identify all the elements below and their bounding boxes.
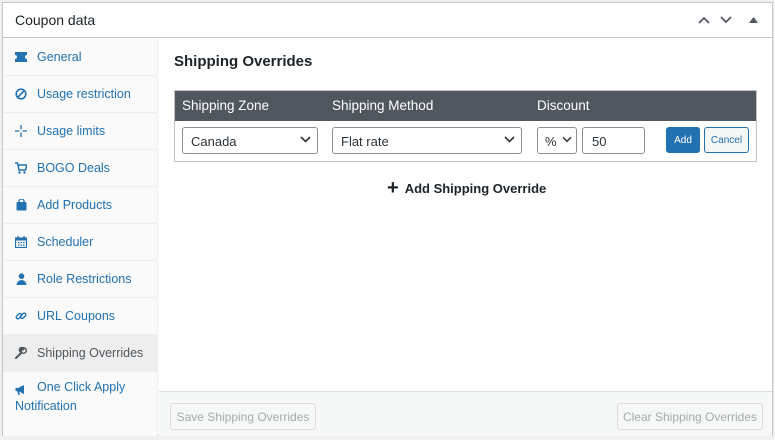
sidebar-item-shipping-overrides[interactable]: Shipping Overrides xyxy=(3,335,158,372)
sidebar-item-add-products[interactable]: Add Products xyxy=(3,187,158,224)
bag-icon xyxy=(15,199,27,211)
sidebar-item-usage-restriction[interactable]: Usage restriction xyxy=(3,76,158,113)
sidebar-item-label: Shipping Overrides xyxy=(37,346,144,360)
sidebar-item-url-coupons[interactable]: URL Coupons xyxy=(3,298,158,335)
shipping-overrides-table: Shipping Zone Shipping Method Discount C… xyxy=(174,90,757,162)
block-icon xyxy=(15,88,27,100)
clear-shipping-overrides-button[interactable]: Clear Shipping Overrides xyxy=(617,403,763,430)
table-header: Shipping Zone Shipping Method Discount xyxy=(175,91,756,121)
plus-icon: + xyxy=(387,177,399,199)
column-header-discount: Discount xyxy=(537,98,590,113)
column-header-shipping-method: Shipping Method xyxy=(332,98,434,113)
discount-value: 50 xyxy=(592,134,607,149)
sidebar-item-label: Add Products xyxy=(37,198,113,212)
coupon-data-panel: Coupon data General Usage restriction Us… xyxy=(2,2,773,436)
chevron-down-icon xyxy=(562,136,572,143)
wrench-icon xyxy=(15,347,27,359)
column-header-shipping-zone: Shipping Zone xyxy=(182,98,270,113)
sidebar-item-bogo-deals[interactable]: BOGO Deals xyxy=(3,150,158,187)
sidebar-item-label: Usage limits xyxy=(37,124,106,138)
page-title: Shipping Overrides xyxy=(174,53,313,70)
save-shipping-overrides-button[interactable]: Save Shipping Overrides xyxy=(170,403,316,430)
sidebar-item-general[interactable]: General xyxy=(3,39,158,76)
coupon-tabs-sidebar: General Usage restriction Usage limits B… xyxy=(3,39,158,436)
person-icon xyxy=(15,273,27,285)
triangle-up-icon[interactable] xyxy=(744,11,762,29)
add-button[interactable]: Add xyxy=(666,127,700,153)
sidebar-item-label: BOGO Deals xyxy=(37,161,110,175)
discount-type-value: % xyxy=(545,134,557,149)
sidebar-item-label: General xyxy=(37,50,82,64)
add-shipping-override-label: Add Shipping Override xyxy=(404,180,547,196)
sidebar-item-one-click-apply[interactable]: One Click Apply Notification xyxy=(3,372,158,434)
ticket-icon xyxy=(15,51,27,63)
sidebar-item-label: Usage restriction xyxy=(37,87,131,101)
chevron-down-icon xyxy=(300,136,311,143)
crosshair-icon xyxy=(15,125,27,137)
panel-title: Coupon data xyxy=(15,12,96,28)
discount-type-select[interactable]: % xyxy=(537,127,577,154)
chevron-down-icon xyxy=(504,136,515,143)
panel-footer: Save Shipping Overrides Clear Shipping O… xyxy=(159,391,772,436)
sidebar-item-scheduler[interactable]: Scheduler xyxy=(3,224,158,261)
shipping-method-select[interactable]: Flat rate xyxy=(332,127,522,154)
sidebar-item-label: One Click Apply Notification xyxy=(15,380,126,413)
cart-icon xyxy=(15,162,27,174)
shipping-overrides-panel: Shipping Overrides Shipping Zone Shippin… xyxy=(159,39,772,436)
shipping-zone-select[interactable]: Canada xyxy=(182,127,318,154)
calendar-icon xyxy=(15,236,27,248)
shipping-zone-value: Canada xyxy=(191,134,237,149)
chevron-down-icon[interactable] xyxy=(717,11,735,29)
panel-header: Coupon data xyxy=(3,3,772,38)
add-shipping-override-button[interactable]: + Add Shipping Override xyxy=(387,177,547,199)
table-row: Canada Flat rate % 50 Add Cancel xyxy=(175,121,756,161)
sidebar-item-label: Role Restrictions xyxy=(37,272,132,286)
sidebar-item-label: Scheduler xyxy=(37,235,94,249)
link-icon xyxy=(15,310,27,322)
chevron-up-icon[interactable] xyxy=(695,11,713,29)
cancel-button[interactable]: Cancel xyxy=(704,127,749,153)
sidebar-item-label: URL Coupons xyxy=(37,309,116,323)
sidebar-item-role-restrictions[interactable]: Role Restrictions xyxy=(3,261,158,298)
shipping-method-value: Flat rate xyxy=(341,134,389,149)
discount-value-input[interactable]: 50 xyxy=(582,127,645,154)
sidebar-item-usage-limits[interactable]: Usage limits xyxy=(3,113,158,150)
